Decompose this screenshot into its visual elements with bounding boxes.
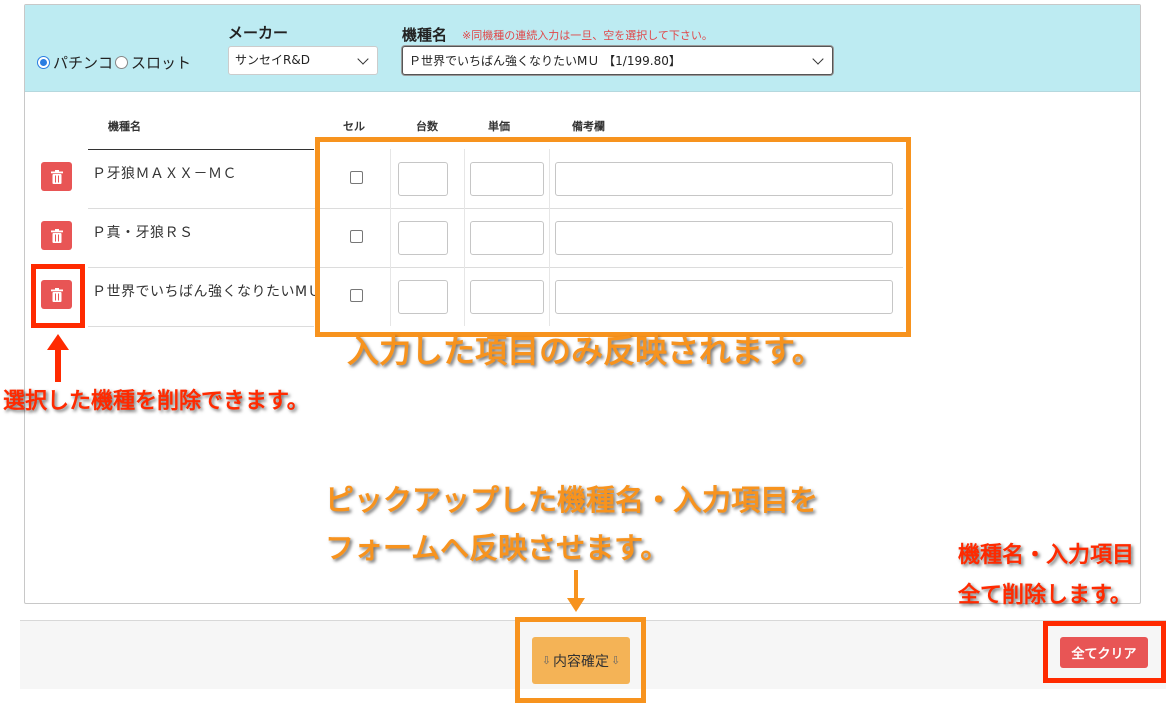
col-header-price: 単価 <box>488 120 510 133</box>
col-header-cell: セル <box>343 120 365 133</box>
col-header-count: 台数 <box>416 120 438 133</box>
clear-highlight-box <box>1043 621 1166 683</box>
inputs-annotation: 入力した項目のみ反映されます。 <box>347 332 824 370</box>
table-top-rule <box>88 149 314 150</box>
chevron-down-icon <box>357 53 369 65</box>
radio-slot-label[interactable]: スロット <box>131 52 191 73</box>
delete-row-button[interactable] <box>41 162 72 191</box>
selector-bar: パチンコ スロット メーカー サンセイR&D 機種名 ※同機種の連続入力は一旦、… <box>25 5 1140 92</box>
model-label: 機種名 <box>402 26 448 44</box>
confirm-annotation-line1: ピックアップした機種名・入力項目を <box>325 483 819 517</box>
confirm-annotation-line2: フォームへ反映させます。 <box>325 531 670 565</box>
row-model-name: Ｐ世界でいちばん強くなりたいMＵ <box>92 284 323 300</box>
col-header-name: 機種名 <box>108 120 141 133</box>
clear-annotation-line1: 機種名・入力項目 <box>958 543 1135 568</box>
model-select-value: Ｐ世界でいちばん強くなりたいMＵ 【1/199.80】 <box>409 54 681 68</box>
radio-pachinko[interactable] <box>37 56 50 69</box>
type-radio-group: パチンコ スロット <box>37 52 193 73</box>
arrow-up-icon <box>47 334 69 382</box>
model-select[interactable]: Ｐ世界でいちばん強くなりたいMＵ 【1/199.80】 <box>402 46 833 75</box>
model-note: ※同機種の連続入力は一旦、空を選択して下さい。 <box>462 29 713 42</box>
maker-label: メーカー <box>228 24 289 42</box>
arrow-down-icon <box>567 570 585 612</box>
col-header-remarks: 備考欄 <box>572 120 605 133</box>
row-model-name: Ｐ真・牙狼ＲＳ <box>92 225 194 241</box>
row-divider <box>88 326 314 327</box>
maker-select[interactable]: サンセイR&D <box>228 46 378 75</box>
inputs-highlight-box <box>315 137 911 337</box>
delete-annotation: 選択した機種を削除できます。 <box>3 389 309 414</box>
chevron-down-icon <box>812 53 824 65</box>
clear-annotation-line2: 全て削除します。 <box>958 583 1132 608</box>
delete-row-button[interactable] <box>41 221 72 250</box>
radio-pachinko-label[interactable]: パチンコ <box>53 52 113 73</box>
radio-slot[interactable] <box>115 56 129 69</box>
delete-highlight-box <box>31 264 85 328</box>
trash-icon <box>50 228 63 243</box>
trash-icon <box>50 169 63 184</box>
row-model-name: Ｐ牙狼ＭＡＸＸ－ＭＣ <box>92 166 237 182</box>
maker-select-value: サンセイR&D <box>235 53 310 67</box>
confirm-highlight-box <box>515 617 646 703</box>
